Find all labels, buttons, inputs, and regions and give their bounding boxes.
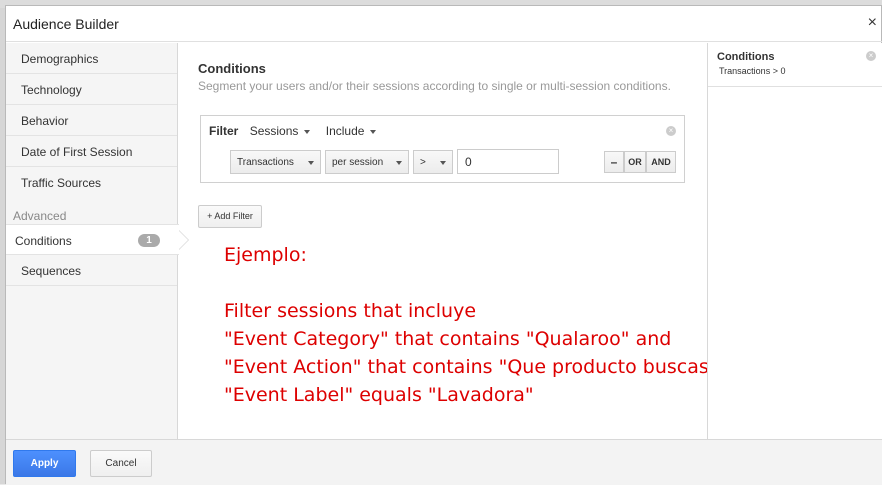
dialog-titlebar: Audience Builder ×	[6, 6, 882, 42]
dialog-footer: Apply Cancel	[6, 439, 882, 485]
sidebar-item-traffic-sources[interactable]: Traffic Sources	[6, 167, 177, 198]
filter-scope-value: Sessions	[249, 124, 299, 138]
page-subtitle: Segment your users and/or their sessions…	[198, 79, 671, 93]
apply-button[interactable]: Apply	[13, 450, 76, 477]
filter-label: Filter	[209, 124, 239, 138]
chevron-down-icon	[370, 129, 377, 134]
annotation-line: Ejemplo:	[224, 244, 307, 266]
chevron-down-icon	[308, 161, 314, 165]
annotation-line: "Event Action" that contains "Que produc…	[224, 356, 760, 378]
chevron-down-icon	[440, 161, 446, 165]
annotation-line: "Event Label" equals "Lavadora"	[224, 384, 534, 406]
annotation-text: Ejemplo: Filter sessions that incluye "Ev…	[224, 241, 759, 409]
summary-title: Conditions	[717, 51, 775, 63]
condition-value-input[interactable]: 0	[457, 149, 559, 174]
operator-select[interactable]: >	[413, 150, 453, 174]
sidebar-item-conditions[interactable]: Conditions 1	[6, 224, 189, 255]
dialog-title: Audience Builder	[13, 16, 119, 32]
sidebar: Demographics Technology Behavior Date of…	[6, 43, 189, 439]
chevron-down-icon	[304, 129, 311, 134]
remove-summary-icon[interactable]: ×	[866, 51, 876, 61]
audience-builder-dialog: Audience Builder × Demographics Technolo…	[5, 5, 882, 485]
filter-box: Filter Sessions Include × Transactions p…	[200, 115, 685, 183]
summary-panel: Conditions Transactions > 0 ×	[707, 43, 882, 439]
filter-mode-value: Include	[325, 124, 365, 138]
filter-scope-dropdown[interactable]: Sessions	[250, 124, 311, 138]
annotation-line: "Event Category" that contains "Qualaroo…	[224, 328, 672, 350]
sidebar-item-behavior[interactable]: Behavior	[6, 105, 177, 136]
conditions-panel: Conditions Segment your users and/or the…	[179, 43, 759, 439]
sidebar-item-demographics[interactable]: Demographics	[6, 43, 177, 74]
remove-condition-button[interactable]: –	[604, 151, 624, 173]
or-button[interactable]: OR	[624, 151, 646, 173]
close-icon[interactable]: ×	[868, 14, 877, 32]
sidebar-item-sequences[interactable]: Sequences	[6, 255, 177, 286]
cancel-button[interactable]: Cancel	[90, 450, 152, 477]
sidebar-item-technology[interactable]: Technology	[6, 74, 177, 105]
remove-filter-icon[interactable]: ×	[666, 126, 676, 136]
summary-item: Conditions Transactions > 0 ×	[708, 43, 882, 87]
sidebar-section-advanced: Advanced	[13, 209, 67, 223]
per-session-value: per session	[332, 157, 384, 168]
and-button[interactable]: AND	[646, 151, 676, 173]
annotation-line	[224, 269, 759, 297]
metric-value: Transactions	[237, 157, 294, 168]
metric-select[interactable]: Transactions	[230, 150, 321, 174]
page-title: Conditions	[198, 61, 266, 76]
sidebar-item-label: Conditions	[15, 234, 72, 248]
add-filter-button[interactable]: + Add Filter	[198, 205, 262, 228]
conditions-count-badge: 1	[138, 234, 160, 247]
annotation-line: Filter sessions that incluye	[224, 300, 477, 322]
operator-value: >	[420, 157, 426, 168]
chevron-down-icon	[396, 161, 402, 165]
filter-mode-dropdown[interactable]: Include	[326, 124, 377, 138]
sidebar-item-date-of-first-session[interactable]: Date of First Session	[6, 136, 177, 167]
per-session-select[interactable]: per session	[325, 150, 409, 174]
summary-text: Transactions > 0	[719, 66, 786, 76]
filter-header: Filter Sessions Include	[209, 124, 388, 138]
